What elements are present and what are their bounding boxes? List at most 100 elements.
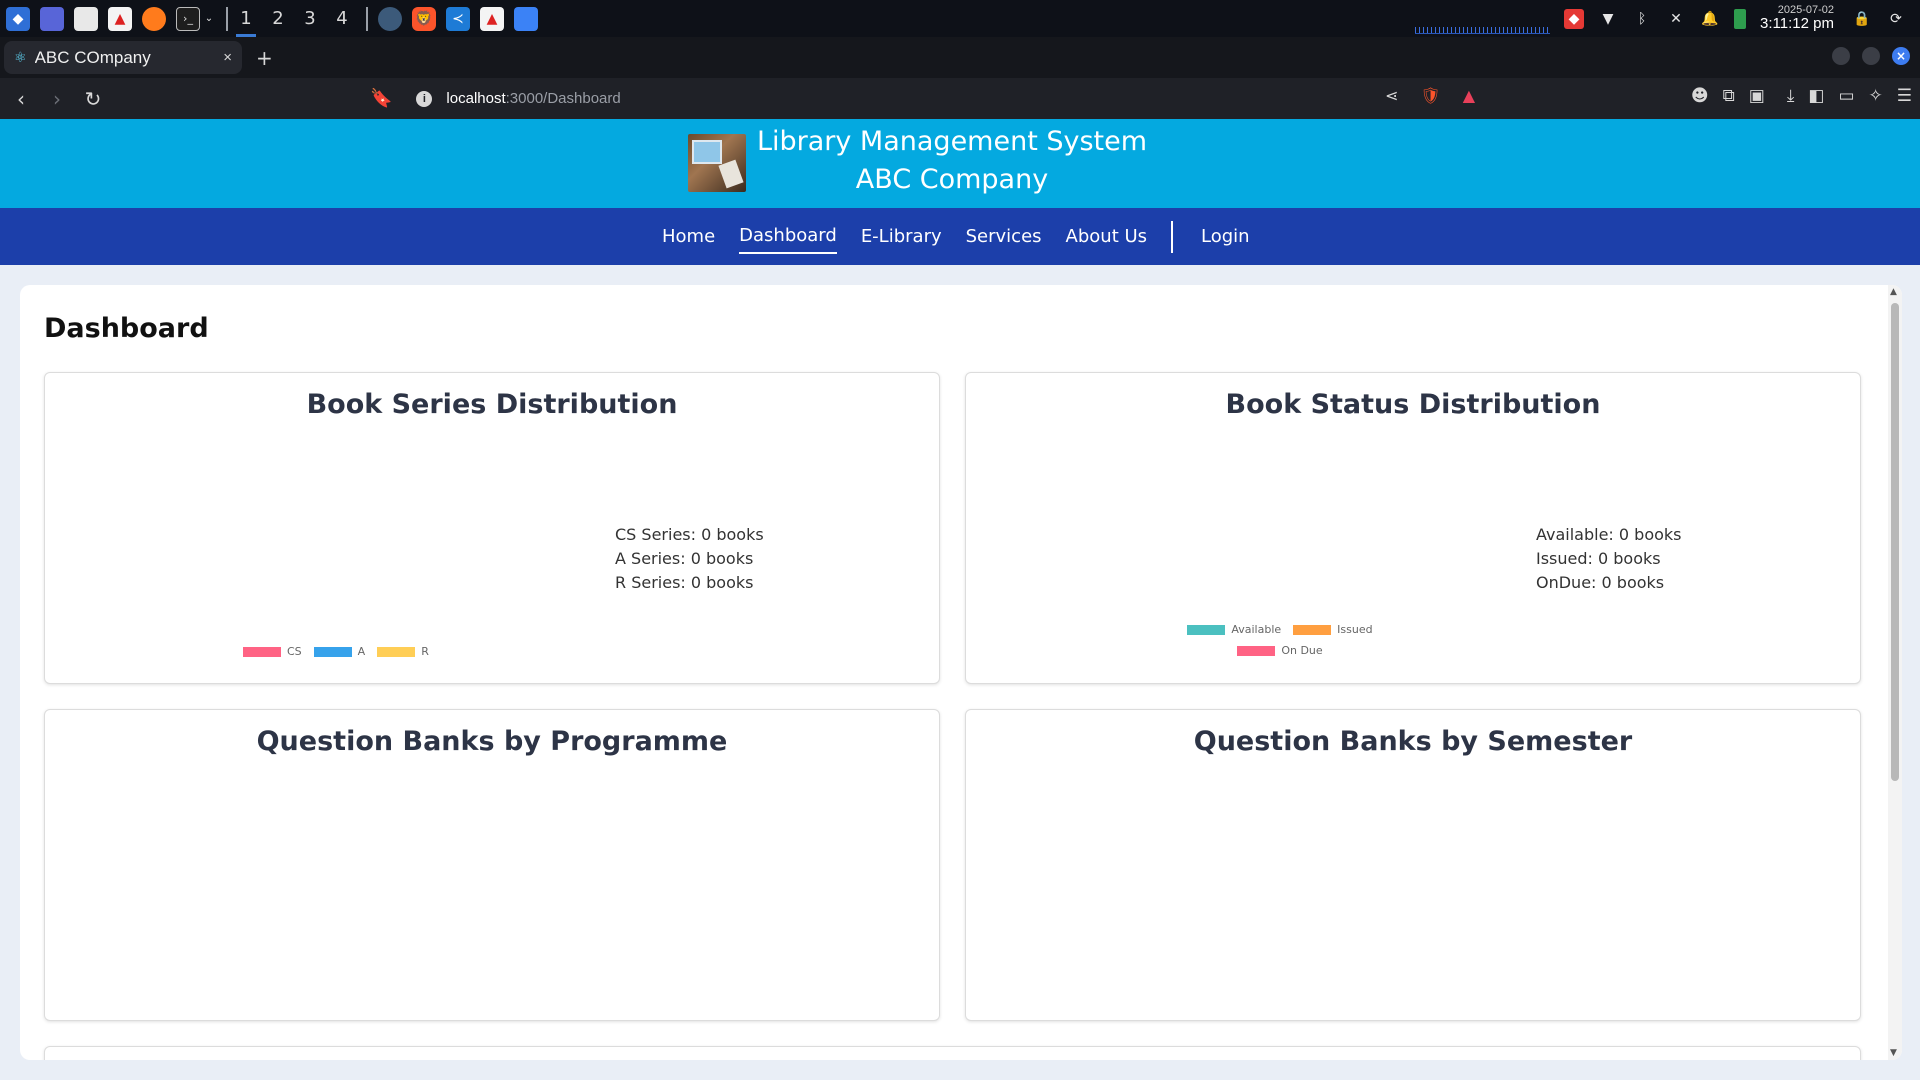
power-icon[interactable]: ⟳ bbox=[1886, 9, 1906, 29]
next-panel-partial bbox=[44, 1046, 1861, 1060]
question-banks-programme-panel: Question Banks by Programme bbox=[44, 709, 940, 1021]
wifi-icon[interactable]: ▼ bbox=[1598, 9, 1618, 29]
taskbar-divider bbox=[366, 6, 368, 31]
book-status-panel: Book Status Distribution Available: 0 bo… bbox=[965, 372, 1861, 684]
battery-icon[interactable] bbox=[1734, 8, 1747, 29]
stat-ondue: OnDue: 0 books bbox=[1536, 573, 1665, 592]
minimize-icon[interactable] bbox=[1832, 47, 1850, 65]
page-scrollbar[interactable]: ▲ ▼ bbox=[1888, 285, 1902, 1060]
legend-label: A bbox=[357, 645, 366, 658]
desktop-icon[interactable] bbox=[40, 6, 64, 31]
status-stats: Available: 0 books Issued: 0 books OnDue… bbox=[1536, 523, 1682, 595]
url-host: localhost bbox=[446, 90, 506, 107]
scroll-up-icon[interactable]: ▲ bbox=[1890, 287, 1897, 297]
nav-about-us[interactable]: About Us bbox=[1066, 220, 1148, 253]
site-nav: Home Dashboard E-Library Services About … bbox=[0, 208, 1920, 265]
vscode-icon[interactable]: ≺ bbox=[446, 6, 470, 31]
workspace-3[interactable]: 3 bbox=[296, 0, 324, 37]
bell-icon[interactable]: 🔔 bbox=[1700, 9, 1720, 29]
site-title: Library Management System bbox=[756, 126, 1148, 157]
legend-swatch bbox=[1237, 645, 1276, 656]
brave-shields-icon[interactable]: 🛡 bbox=[1420, 86, 1440, 105]
legend-item-cs[interactable]: CS bbox=[243, 645, 302, 658]
legend-item-on-due[interactable]: On Due bbox=[1237, 644, 1323, 657]
legend-item-issued[interactable]: Issued bbox=[1293, 623, 1373, 636]
clock[interactable]: 2025-07-02 3:11:12 pm bbox=[1760, 4, 1834, 33]
legend-label: On Due bbox=[1281, 644, 1323, 657]
legend-label: CS bbox=[287, 645, 302, 658]
back-icon[interactable]: ‹ bbox=[6, 84, 36, 114]
bookmark-icon[interactable]: 🔖 bbox=[370, 88, 392, 109]
close-window-icon[interactable]: × bbox=[1892, 47, 1910, 65]
extension-icon[interactable]: ☻ bbox=[1691, 86, 1709, 106]
nav-e-library[interactable]: E-Library bbox=[861, 220, 942, 253]
file-manager-icon[interactable] bbox=[74, 6, 98, 31]
lock-icon[interactable]: 🔒 bbox=[1852, 9, 1872, 29]
tab-title: ABC COmpany bbox=[34, 47, 151, 67]
reload-icon[interactable]: ↻ bbox=[78, 84, 108, 114]
brave-rewards-icon[interactable]: ▲ bbox=[1463, 86, 1475, 105]
volume-muted-icon[interactable]: ✕ bbox=[1666, 9, 1686, 29]
workspace-1[interactable]: 1 bbox=[232, 0, 260, 37]
legend-item-available[interactable]: Available bbox=[1187, 623, 1281, 636]
app-window-icon[interactable] bbox=[514, 6, 538, 31]
nav-services[interactable]: Services bbox=[966, 220, 1042, 253]
stat-r-series: R Series: 0 books bbox=[615, 573, 754, 592]
workspace-2[interactable]: 2 bbox=[264, 0, 292, 37]
browser-toolbar: ‹ › ↻ 🔖 i localhost:3000/Dashboard ⋖ 🛡 ▲… bbox=[0, 78, 1920, 119]
legend-swatch bbox=[313, 646, 352, 657]
site-logo bbox=[688, 134, 746, 192]
screenshot-icon[interactable]: ▣ bbox=[1749, 86, 1765, 106]
download-icon[interactable]: ⤓ bbox=[1787, 86, 1795, 106]
nav-dashboard[interactable]: Dashboard bbox=[739, 219, 837, 254]
nav-home[interactable]: Home bbox=[662, 220, 715, 253]
maximize-icon[interactable] bbox=[1862, 47, 1880, 65]
legend-swatch bbox=[1187, 624, 1226, 635]
series-legend: CS A R bbox=[243, 645, 503, 666]
browser-tab[interactable]: ⚛ ABC COmpany × bbox=[4, 41, 242, 74]
scrollbar-thumb[interactable] bbox=[1891, 303, 1899, 781]
new-tab-button[interactable]: + bbox=[256, 46, 273, 70]
status-legend: Available Issued On Due bbox=[1166, 623, 1406, 665]
firefox-icon[interactable] bbox=[142, 6, 166, 31]
site-brand: Library Management System ABC Company bbox=[752, 119, 1152, 199]
panel-title: Book Status Distribution bbox=[1225, 389, 1601, 420]
page-title: Dashboard bbox=[44, 313, 209, 344]
puzzle-icon[interactable]: ⧉ bbox=[1723, 86, 1735, 106]
workspace-4[interactable]: 4 bbox=[328, 0, 356, 37]
nav-login[interactable]: Login bbox=[1201, 220, 1250, 253]
taskbar-divider bbox=[226, 6, 228, 31]
pdf-viewer-icon[interactable]: ▲ bbox=[480, 6, 504, 31]
brave-icon[interactable]: 🦁 bbox=[412, 6, 436, 31]
series-stats: CS Series: 0 books A Series: 0 books R S… bbox=[615, 523, 764, 595]
start-menu-icon[interactable]: ◆ bbox=[6, 6, 30, 31]
legend-swatch bbox=[1293, 624, 1332, 635]
wallet-icon[interactable]: ▭ bbox=[1838, 86, 1854, 106]
leo-ai-icon[interactable]: ✧ bbox=[1869, 86, 1883, 106]
bluetooth-icon[interactable]: ᛒ bbox=[1632, 9, 1652, 29]
document-viewer-icon[interactable]: ▲ bbox=[108, 6, 132, 31]
dashboard-container: Dashboard Book Series Distribution CS Se… bbox=[20, 285, 1902, 1060]
address-bar[interactable]: 🔖 i localhost:3000/Dashboard bbox=[370, 82, 1480, 115]
address-bar-actions: ⋖ 🛡 ▲ bbox=[1385, 86, 1497, 105]
sidebar-icon[interactable]: ◧ bbox=[1808, 86, 1824, 106]
legend-item-r[interactable]: R bbox=[377, 645, 429, 658]
stat-a-series: A Series: 0 books bbox=[615, 549, 754, 568]
forward-icon[interactable]: › bbox=[42, 84, 72, 114]
terminal-icon[interactable]: ›_ bbox=[176, 6, 200, 31]
company-name: ABC Company bbox=[855, 164, 1049, 195]
legend-label: R bbox=[421, 645, 429, 658]
panel-title: Book Series Distribution bbox=[306, 389, 678, 420]
legend-item-a[interactable]: A bbox=[313, 645, 366, 658]
scroll-down-icon[interactable]: ▼ bbox=[1890, 1048, 1897, 1058]
app-icon[interactable] bbox=[378, 6, 402, 31]
close-tab-icon[interactable]: × bbox=[223, 49, 232, 66]
nav-divider bbox=[1171, 220, 1174, 253]
clock-time: 3:11:12 pm bbox=[1760, 15, 1834, 33]
chevron-down-icon[interactable]: ⌄ bbox=[202, 7, 216, 31]
anydesk-icon[interactable]: ◆ bbox=[1564, 8, 1585, 29]
menu-icon[interactable]: ☰ bbox=[1897, 86, 1912, 106]
site-info-icon[interactable]: i bbox=[416, 90, 433, 107]
panel-title: Question Banks by Semester bbox=[1193, 726, 1633, 757]
share-icon[interactable]: ⋖ bbox=[1385, 86, 1398, 105]
